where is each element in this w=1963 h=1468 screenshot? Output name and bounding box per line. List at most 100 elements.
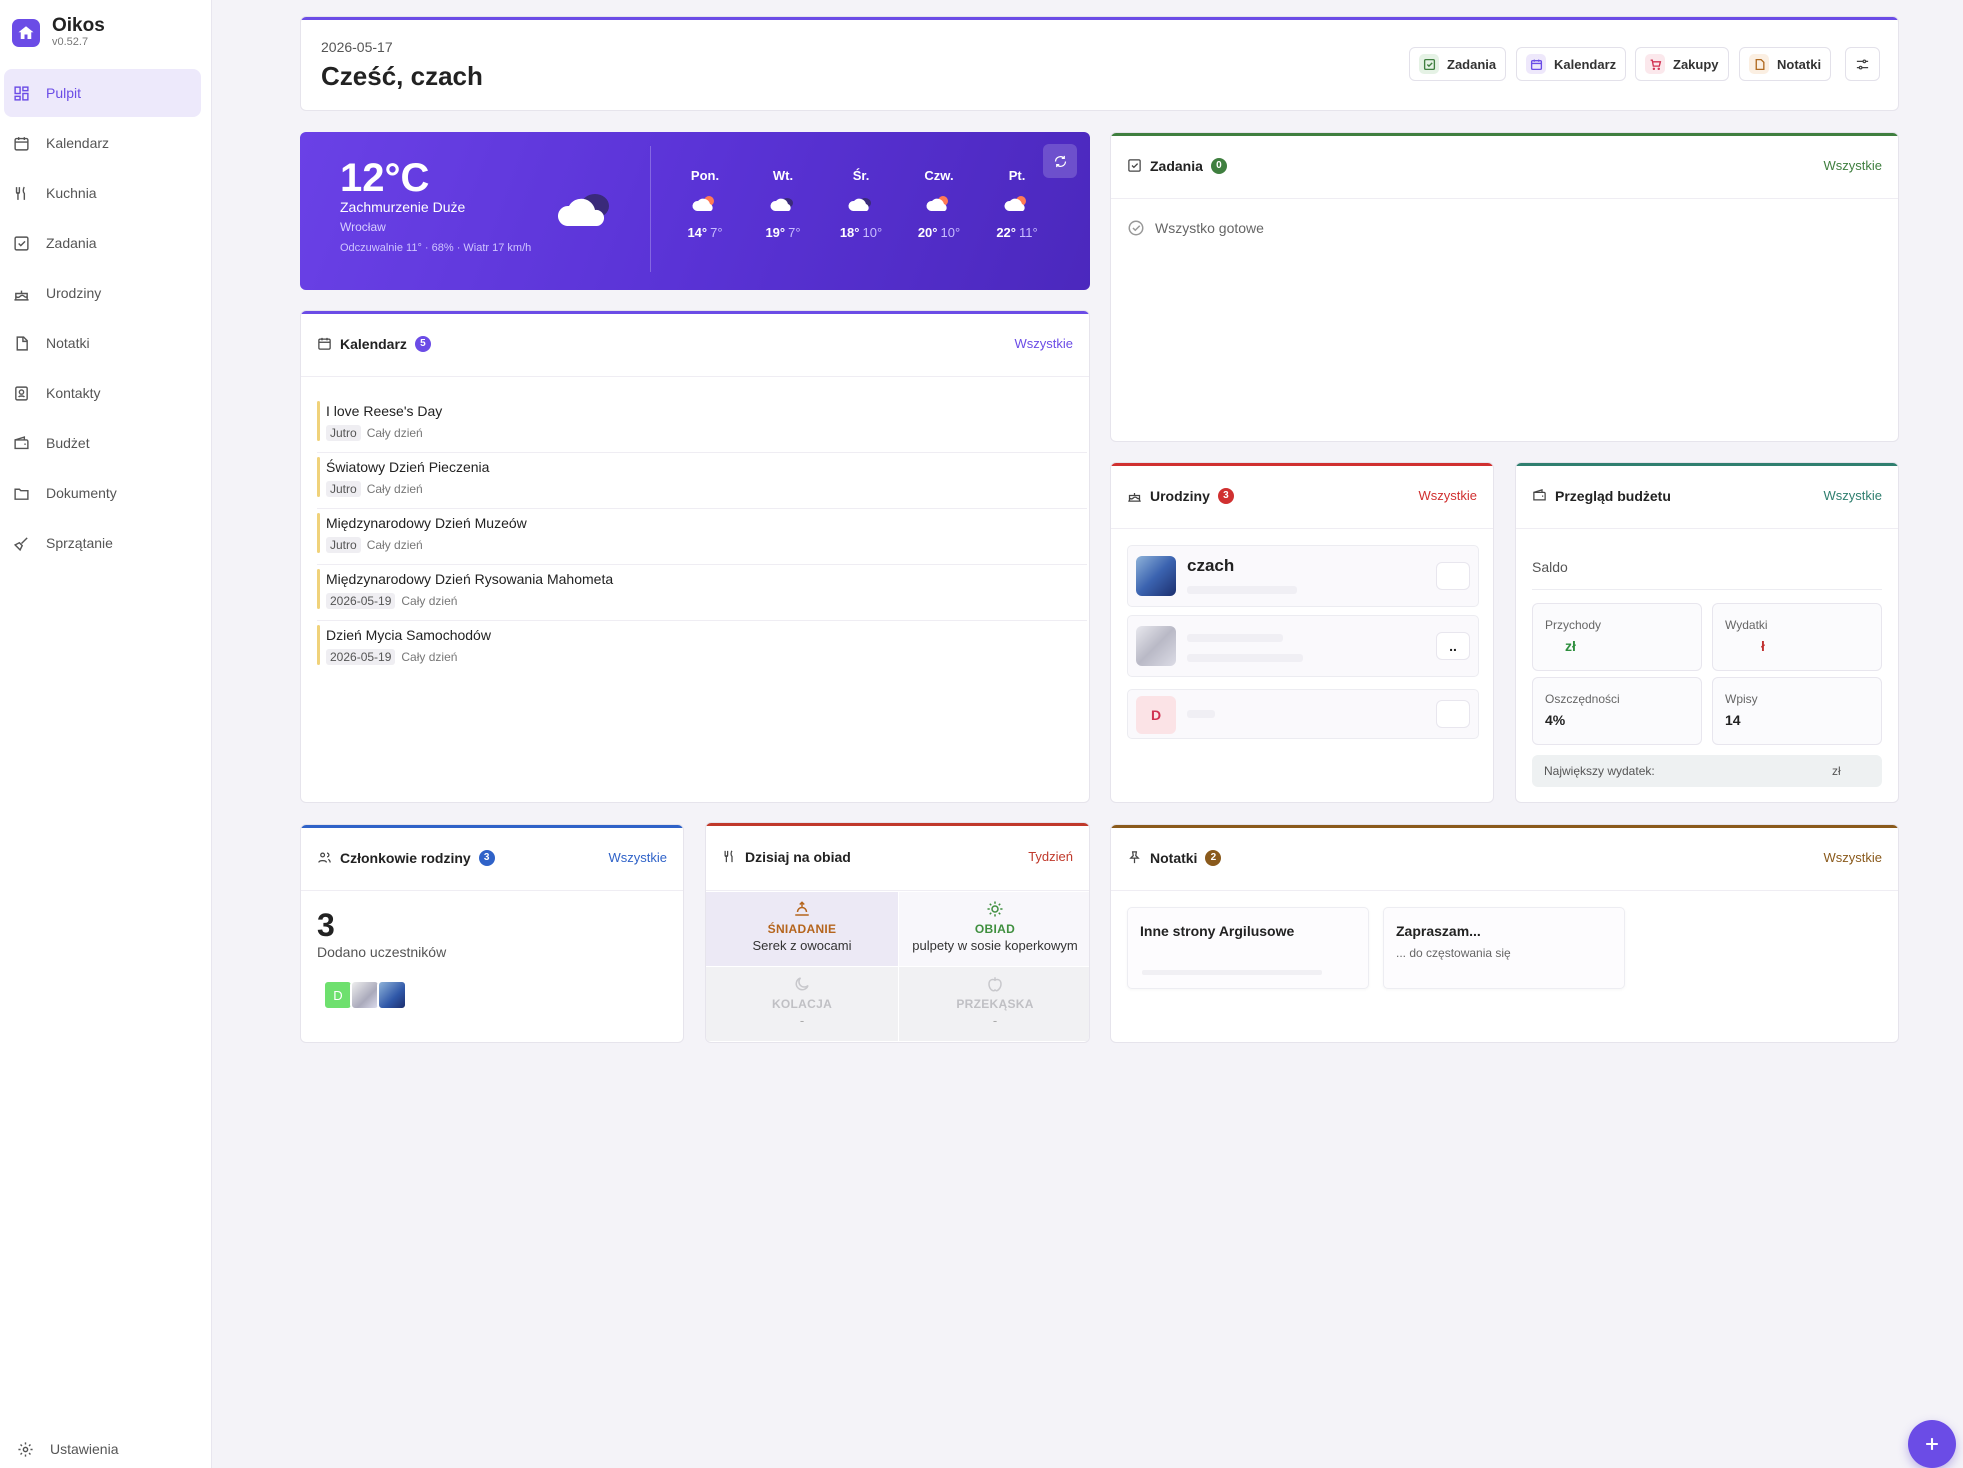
moon-icon xyxy=(706,975,898,993)
sidebar-item-kontakty[interactable]: Kontakty xyxy=(4,369,201,417)
see-all-link[interactable]: Wszystkie xyxy=(1824,488,1883,503)
sidebar-item-settings[interactable]: Ustawienia xyxy=(8,1432,118,1466)
birthday-item[interactable]: .. xyxy=(1127,615,1479,677)
birthday-action-button[interactable] xyxy=(1436,562,1470,590)
meal-dish: - xyxy=(992,1013,998,1028)
quick-link-calendar[interactable]: Kalendarz xyxy=(1516,47,1627,81)
refresh-weather-button[interactable] xyxy=(1043,144,1077,178)
sidebar-item-kuchnia[interactable]: Kuchnia xyxy=(4,169,201,217)
notes-card: Notatki 2 Wszystkie Inne strony Argiluso… xyxy=(1110,824,1899,1043)
see-all-link[interactable]: Wszystkie xyxy=(1419,488,1478,503)
forecast-day-name: Pon. xyxy=(690,168,720,183)
birthday-date-placeholder xyxy=(1187,654,1303,662)
empty-message: Wszystko gotowe xyxy=(1155,220,1264,236)
see-all-link[interactable]: Wszystkie xyxy=(1015,336,1074,351)
forecast-low: 7° xyxy=(788,225,801,240)
see-all-link[interactable]: Wszystkie xyxy=(609,850,668,865)
customize-dashboard-button[interactable] xyxy=(1845,47,1880,81)
event-date-chip: Jutro xyxy=(326,481,361,497)
check-circle-icon xyxy=(1128,220,1144,236)
birthday-action-button[interactable] xyxy=(1436,700,1470,728)
meal-slot-dinner[interactable]: KOLACJA - xyxy=(706,967,898,1041)
budget-card: Przegląd budżetu Wszystkie Saldo Przycho… xyxy=(1515,462,1899,803)
quick-link-notes[interactable]: Notatki xyxy=(1739,47,1832,81)
note-title: Zapraszam... xyxy=(1396,923,1481,939)
calendar-icon xyxy=(318,337,331,350)
cloud-icon xyxy=(831,189,891,219)
quick-link-label: Kalendarz xyxy=(1554,56,1617,72)
tasks-card: Zadania 0 Wszystkie Wszystko gotowe xyxy=(1110,132,1899,442)
sidebar-item-notatki[interactable]: Notatki xyxy=(4,319,201,367)
see-all-link[interactable]: Wszystkie xyxy=(1824,158,1883,173)
calendar-event[interactable]: Dzień Mycia Samochodów 2026-05-19 Cały dz… xyxy=(317,621,1087,677)
calendar-event[interactable]: Międzynarodowy Dzień Rysowania Mahometa … xyxy=(317,565,1087,621)
sun-icon xyxy=(899,900,1089,918)
event-time: Cały dzień xyxy=(366,538,423,552)
card-header: Kalendarz 5 Wszystkie xyxy=(301,311,1089,377)
avatar: D xyxy=(1136,696,1176,734)
sidebar-item-sprzatanie[interactable]: Sprzątanie xyxy=(4,519,201,567)
accent-bar xyxy=(1111,133,1898,136)
event-title: Dzień Mycia Samochodów xyxy=(326,627,491,643)
event-title: Międzynarodowy Dzień Rysowania Mahometa xyxy=(326,571,614,587)
calendar-card: Kalendarz 5 Wszystkie I love Reese's Day… xyxy=(300,310,1090,803)
savings-value: 4% xyxy=(1545,712,1566,728)
birthday-item[interactable]: D xyxy=(1127,689,1479,739)
accent-bar xyxy=(1111,463,1493,466)
sidebar-item-label: Kalendarz xyxy=(46,135,110,151)
event-title: Światowy Dzień Pieczenia xyxy=(326,459,490,475)
calendar-event[interactable]: Międzynarodowy Dzień Muzeów Jutro Cały dz… xyxy=(317,509,1087,565)
see-all-link[interactable]: Wszystkie xyxy=(1824,850,1883,865)
week-link[interactable]: Tydzień xyxy=(1028,849,1073,864)
birthday-item[interactable]: czach xyxy=(1127,545,1479,607)
forecast-high: 19° xyxy=(765,225,786,240)
card-header: Urodziny 3 Wszystkie xyxy=(1111,463,1493,529)
quick-link-tasks[interactable]: Zadania xyxy=(1409,47,1507,81)
sidebar-item-pulpit[interactable]: Pulpit xyxy=(4,69,201,117)
wallet-icon xyxy=(14,435,29,449)
calendar-event[interactable]: I love Reese's Day Jutro Cały dzień xyxy=(317,397,1087,453)
sidebar-item-label: Kontakty xyxy=(46,385,101,401)
card-title: Dzisiaj na obiad xyxy=(745,848,851,865)
sidebar-item-zadania[interactable]: Zadania xyxy=(4,219,201,267)
saldo-label: Saldo xyxy=(1532,559,1568,575)
sidebar-item-label: Sprzątanie xyxy=(46,535,113,551)
sidebar-nav: Pulpit Kalendarz Kuchnia Zadania Urodzin… xyxy=(0,69,211,567)
wallet-icon xyxy=(1533,489,1546,501)
meal-slot-lunch[interactable]: OBIAD pulpety w sosie koperkowym xyxy=(899,892,1089,966)
brand[interactable]: Oikos v0.52.7 xyxy=(0,0,211,59)
family-card: Członkowie rodziny 3 Wszystkie 3 Dodano … xyxy=(300,824,684,1043)
app-name: Oikos xyxy=(52,15,105,36)
forecast-day: Śr. 18° 10° xyxy=(831,168,891,240)
meal-dish: pulpety w sosie koperkowym xyxy=(912,938,1078,953)
cloud-icon xyxy=(555,190,615,235)
avatar xyxy=(1136,556,1176,596)
calendar-icon xyxy=(14,136,29,151)
avatar[interactable] xyxy=(350,980,380,1010)
quick-link-shopping[interactable]: Zakupy xyxy=(1635,47,1729,81)
sidebar-item-kalendarz[interactable]: Kalendarz xyxy=(4,119,201,167)
birthday-action-button[interactable]: .. xyxy=(1436,632,1470,660)
avatar[interactable] xyxy=(377,980,407,1010)
sidebar-item-urodziny[interactable]: Urodziny xyxy=(4,269,201,317)
calendar-event[interactable]: Światowy Dzień Pieczenia Jutro Cały dzień xyxy=(317,453,1087,509)
event-color-bar xyxy=(317,401,320,441)
add-button[interactable] xyxy=(1908,1420,1956,1468)
divider xyxy=(1532,589,1882,590)
meal-slot-breakfast[interactable]: ŚNIADANIE Serek z owocami xyxy=(706,892,898,966)
sidebar-item-budzet[interactable]: Budżet xyxy=(4,419,201,467)
note-card[interactable]: Inne strony Argilusowe xyxy=(1127,907,1369,989)
forecast-day: Pon. 14° 7° xyxy=(675,168,735,240)
expense-value: ł xyxy=(1761,638,1765,654)
event-color-bar xyxy=(317,569,320,609)
forecast-day-name: Pt. xyxy=(1008,168,1026,183)
note-card[interactable]: Zapraszam... ... do częstowania się xyxy=(1383,907,1625,989)
avatar[interactable]: D xyxy=(323,980,353,1010)
forecast-day-name: Wt. xyxy=(772,168,794,183)
meal-slot-snack[interactable]: PRZEKĄSKA - xyxy=(899,967,1089,1041)
card-header: Notatki 2 Wszystkie xyxy=(1111,825,1898,891)
current-date: 2026-05-17 xyxy=(321,39,393,55)
meal-dish: - xyxy=(799,1013,805,1028)
accent-bar xyxy=(301,825,683,828)
sidebar-item-dokumenty[interactable]: Dokumenty xyxy=(4,469,201,517)
